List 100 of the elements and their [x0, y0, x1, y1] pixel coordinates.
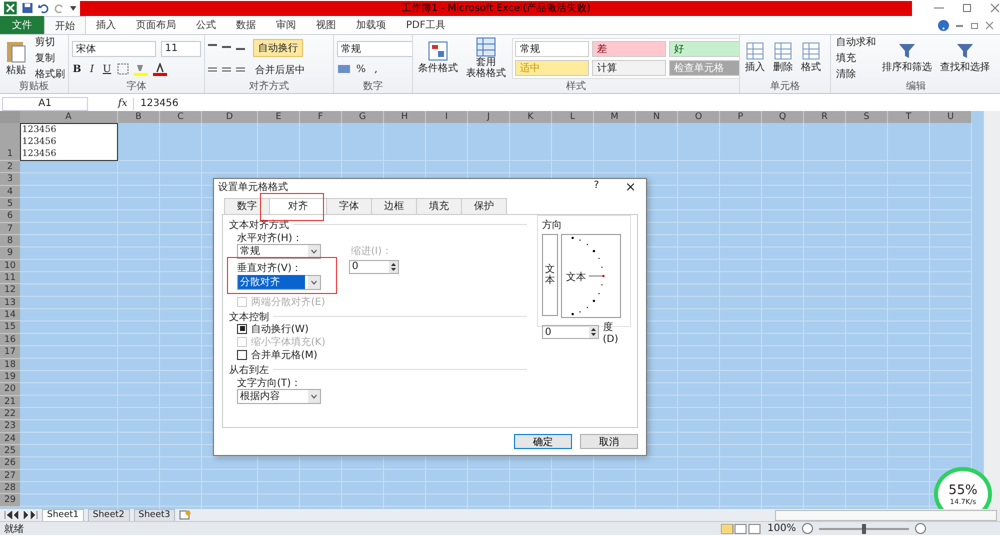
text-direction-dropdown[interactable]: 根据内容: [237, 388, 321, 404]
editing-button[interactable]: 填充: [834, 51, 876, 65]
editing-button[interactable]: 自动求和: [834, 35, 876, 49]
font-name-dropdown[interactable]: 宋体: [72, 40, 156, 56]
column-header[interactable]: I: [426, 111, 468, 123]
ribbon-tab[interactable]: 加载项: [346, 16, 396, 34]
insert-function-button[interactable]: fx: [118, 98, 128, 109]
row-header[interactable]: 27: [0, 470, 20, 482]
fill-color-icon[interactable]: [134, 62, 148, 76]
cell-style-swatch[interactable]: 好: [669, 40, 739, 56]
row-header[interactable]: 18: [0, 358, 20, 371]
number-format-button[interactable]: ,: [371, 64, 381, 74]
merge-center-button[interactable]: 合并后居中: [253, 63, 305, 77]
column-header[interactable]: O: [678, 111, 720, 123]
dialog-tab[interactable]: 保护: [461, 198, 507, 214]
wrap-text-button[interactable]: 自动换行: [253, 39, 303, 57]
clipboard-button[interactable]: 复制: [33, 51, 65, 65]
font-style-button[interactable]: B: [72, 64, 82, 74]
row-header[interactable]: 10: [0, 260, 20, 272]
ribbon-tab[interactable]: 审阅: [266, 16, 306, 34]
sheet-tab[interactable]: Sheet1: [42, 508, 84, 522]
column-header[interactable]: L: [552, 111, 594, 123]
row-header[interactable]: 1: [0, 123, 20, 161]
save-icon[interactable]: [22, 2, 33, 14]
cells-button[interactable]: 格式: [799, 42, 823, 74]
row-header[interactable]: 5: [0, 198, 20, 210]
row-header[interactable]: 14: [0, 309, 20, 322]
ribbon-tab[interactable]: 数据: [226, 16, 266, 34]
row-header[interactable]: 4: [0, 186, 20, 198]
option-checkbox[interactable]: 合并单元格(M): [237, 348, 318, 361]
column-header[interactable]: H: [384, 111, 426, 123]
column-header[interactable]: B: [118, 111, 160, 123]
row-header[interactable]: 26: [0, 457, 20, 470]
horizontal-align-dropdown[interactable]: 常规: [237, 244, 321, 259]
excel-logo-icon[interactable]: [4, 1, 17, 15]
row-header[interactable]: 16: [0, 334, 20, 346]
row-header[interactable]: 17: [0, 346, 20, 358]
editing-big-button[interactable]: 查找和选择: [938, 42, 992, 74]
column-header[interactable]: D: [202, 111, 258, 123]
cell-style-swatch[interactable]: 计算: [592, 60, 666, 76]
font-color-icon[interactable]: [153, 62, 167, 76]
clipboard-button[interactable]: 剪切: [33, 35, 65, 49]
ribbon-tab[interactable]: 视图: [306, 16, 346, 34]
column-header[interactable]: G: [342, 111, 384, 123]
row-header[interactable]: 7: [0, 222, 20, 236]
dialog-button[interactable]: 确定: [514, 434, 572, 449]
zoom-level[interactable]: 100%: [767, 523, 796, 534]
font-size-dropdown[interactable]: 11: [161, 40, 201, 56]
vertical-scrollbar[interactable]: [983, 111, 1000, 509]
name-box[interactable]: A1: [2, 96, 88, 110]
column-header[interactable]: F: [300, 111, 342, 123]
zoom-slider-thumb[interactable]: [862, 524, 866, 534]
column-header[interactable]: A: [20, 111, 118, 123]
row-header[interactable]: 20: [0, 383, 20, 396]
cells-button[interactable]: 插入: [743, 42, 767, 74]
dialog-tab[interactable]: 字体: [326, 198, 372, 214]
number-format-dropdown[interactable]: 常规: [337, 41, 412, 57]
row-header[interactable]: 24: [0, 432, 20, 445]
row-header[interactable]: 12: [0, 284, 20, 297]
column-header[interactable]: U: [930, 111, 972, 123]
dialog-button[interactable]: 取消: [580, 434, 638, 449]
vertical-text-button[interactable]: 文本: [542, 234, 558, 316]
editing-big-button[interactable]: 排序和筛选: [880, 42, 934, 74]
ribbon-tab[interactable]: 插入: [86, 16, 126, 34]
ribbon-tab[interactable]: 公式: [186, 16, 226, 34]
column-header[interactable]: N: [636, 111, 678, 123]
clipboard-button[interactable]: 格式刷: [33, 67, 65, 81]
column-header[interactable]: R: [804, 111, 846, 123]
formula-input[interactable]: 123456: [133, 98, 1000, 110]
ribbon-tab[interactable]: PDF工具: [396, 16, 456, 34]
close-icon[interactable]: [990, 3, 1000, 13]
font-style-button[interactable]: I: [87, 64, 97, 74]
format-as-table-button[interactable]: 套用 表格格式: [464, 37, 508, 79]
row-header[interactable]: 22: [0, 408, 20, 420]
row-header[interactable]: 21: [0, 396, 20, 408]
editing-button[interactable]: 清除: [834, 67, 876, 81]
row-header[interactable]: 8: [0, 235, 20, 248]
view-buttons-icon[interactable]: [721, 524, 762, 534]
column-header[interactable]: M: [594, 111, 636, 123]
row-header[interactable]: 29: [0, 494, 20, 507]
row-header[interactable]: 11: [0, 272, 20, 284]
indent-spinner[interactable]: 0: [349, 260, 399, 274]
cell-style-swatch[interactable]: 常规: [515, 40, 589, 56]
table-cell[interactable]: 123456 123456 123456: [20, 123, 118, 161]
dialog-tab[interactable]: 边框: [371, 198, 417, 214]
row-header[interactable]: 25: [0, 444, 20, 458]
zoom-in-icon[interactable]: [915, 523, 926, 534]
orientation-dial[interactable]: 文本: [561, 234, 621, 318]
align-icon[interactable]: [208, 43, 248, 53]
zoom-out-icon[interactable]: [802, 523, 813, 534]
dialog-tab[interactable]: 数字: [224, 198, 270, 214]
number-format-button[interactable]: %: [356, 64, 366, 74]
row-header[interactable]: 13: [0, 296, 20, 310]
ribbon-tab[interactable]: 页面布局: [126, 16, 186, 34]
undo-icon[interactable]: [38, 2, 49, 14]
conditional-format-button[interactable]: 条件格式: [416, 41, 460, 75]
close-icon[interactable]: [985, 20, 994, 30]
row-header[interactable]: 19: [0, 370, 20, 384]
row-header[interactable]: 28: [0, 482, 20, 494]
file-tab[interactable]: 文件: [0, 16, 44, 34]
